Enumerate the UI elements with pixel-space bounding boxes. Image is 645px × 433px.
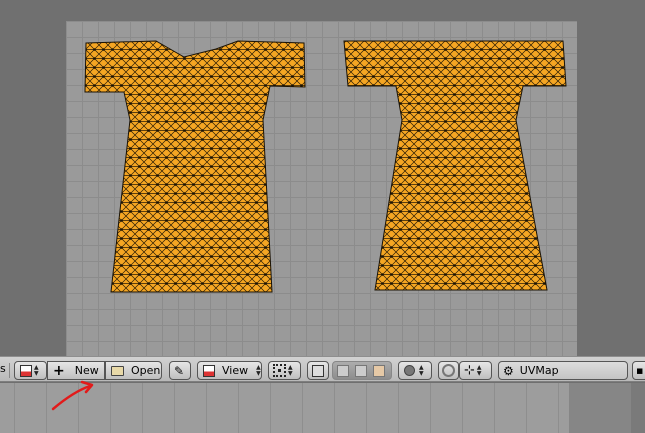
folder-icon	[111, 365, 124, 376]
uv-layer-icon: ⚙	[503, 363, 514, 378]
snap-icon: ⊹	[464, 363, 475, 378]
uv-map-name: UVMap	[519, 364, 559, 377]
sync-selection-toggle[interactable]	[307, 361, 329, 380]
left-edge-text: s	[0, 362, 6, 375]
pin-image-button[interactable]: ✎	[169, 361, 191, 380]
chevron-updown-icon: ▲ ▼	[476, 363, 482, 377]
uv-island-back[interactable]	[343, 40, 567, 291]
pivot-point-menu[interactable]: ▲ ▼	[268, 361, 301, 380]
chevron-updown-icon: ▲ ▼	[256, 363, 261, 377]
vertex-select-icon[interactable]	[337, 364, 349, 377]
timeline-frame-range	[569, 383, 631, 433]
uv-map-extra-button[interactable]: ▪	[632, 361, 645, 380]
chevron-updown-icon: ▲ ▼	[288, 363, 293, 377]
proportional-edit-menu[interactable]: ▲ ▼	[398, 361, 432, 380]
image-icon	[20, 364, 32, 377]
timeline-scroll-strip[interactable]	[631, 383, 645, 433]
uv-islands	[84, 40, 567, 293]
uv-image-editor[interactable]	[0, 0, 645, 356]
open-button-label: Open	[131, 364, 161, 377]
view-menu-label: View	[222, 364, 249, 377]
snap-menu[interactable]: ⊹ ▲ ▼	[459, 361, 492, 380]
more-icon: ▪	[636, 364, 644, 377]
edge-select-icon[interactable]	[355, 364, 367, 377]
pivot-icon	[273, 364, 286, 377]
chevron-updown-icon: ▲ ▼	[34, 363, 39, 377]
uv-island-front[interactable]	[84, 40, 306, 293]
uv-sync-toggle[interactable]	[438, 361, 459, 380]
proportional-icon	[404, 365, 415, 376]
view-menu-icon	[203, 364, 215, 377]
chevron-updown-icon: ▲ ▼	[419, 363, 424, 377]
face-select-icon[interactable]	[373, 364, 385, 377]
image-browse-menu[interactable]: ▲ ▼	[14, 361, 47, 380]
annotation-arrow-icon	[51, 380, 94, 411]
uv-map-selector[interactable]: ⚙ UVMap	[498, 361, 628, 380]
open-image-button[interactable]: Open	[105, 361, 162, 380]
sync-selection-icon	[312, 364, 324, 377]
uv-sync-icon	[442, 364, 455, 377]
select-mode-group[interactable]	[332, 361, 392, 380]
pin-icon: ✎	[174, 363, 185, 378]
view-menu[interactable]: View ▲ ▼	[197, 361, 262, 380]
